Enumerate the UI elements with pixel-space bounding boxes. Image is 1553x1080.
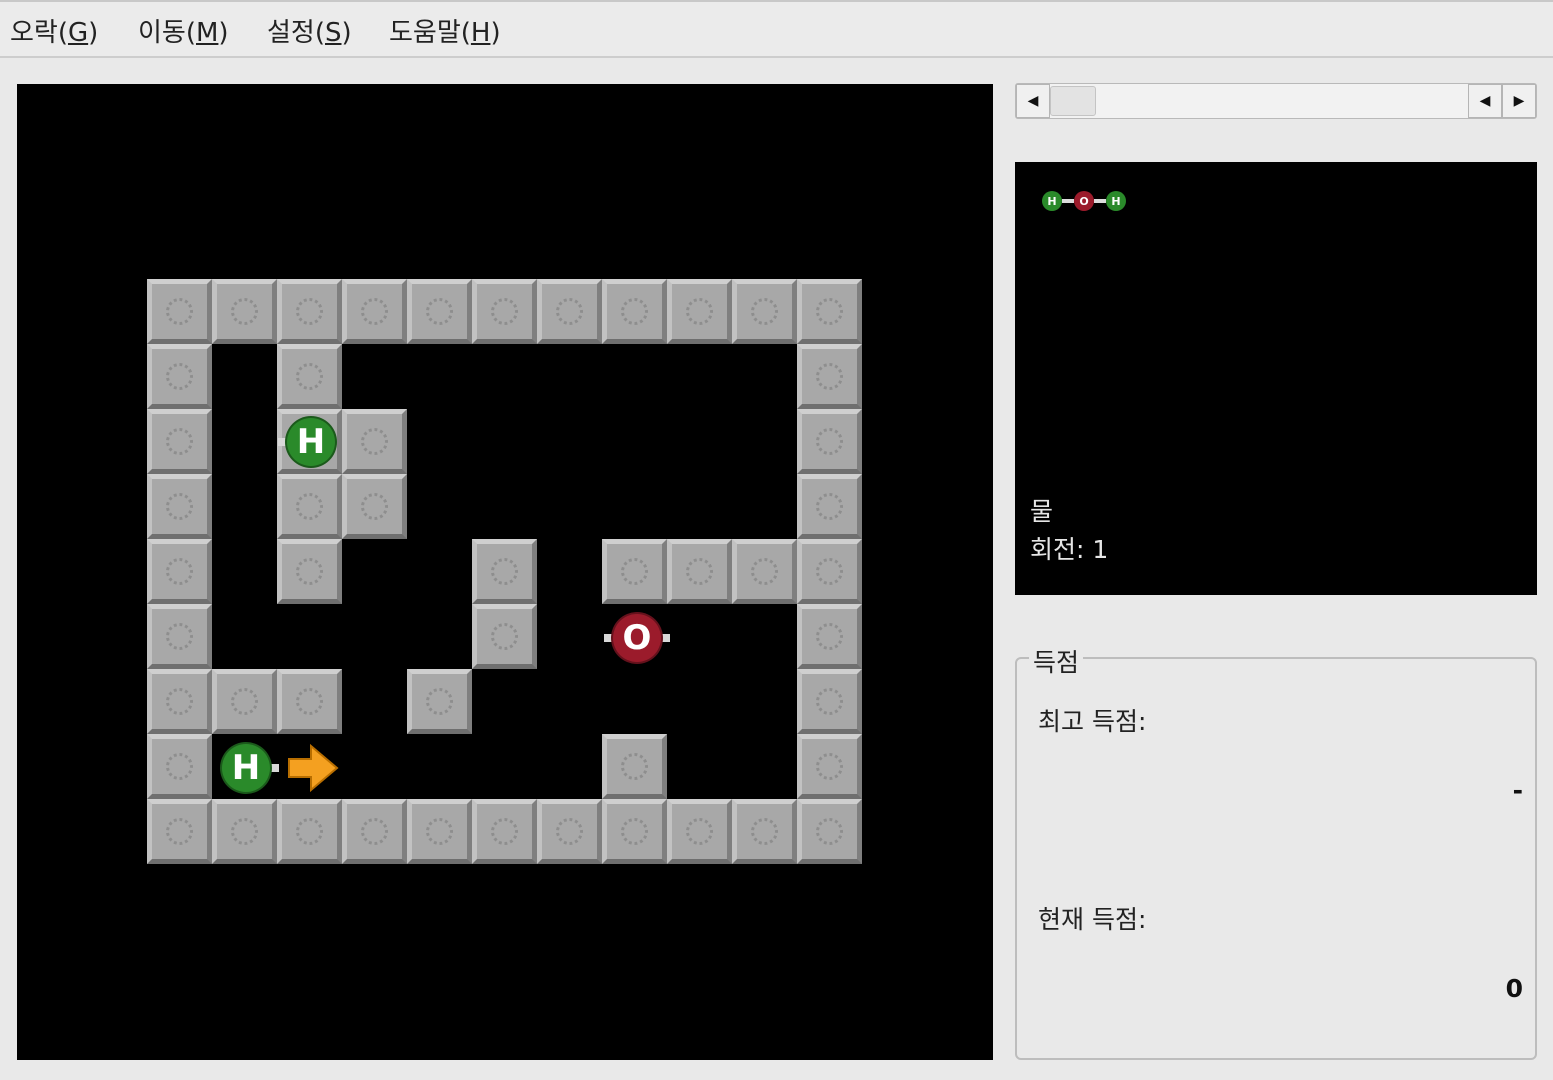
- scroll-left-button[interactable]: ◀: [1016, 84, 1050, 118]
- level-scrollbar[interactable]: ◀ ◀ ▶: [1015, 83, 1537, 119]
- wall-tile: [277, 669, 342, 734]
- menu-bar: 오락(G) 이동(M) 설정(S) 도움말(H): [0, 0, 1553, 58]
- scroll-thumb[interactable]: [1050, 86, 1096, 116]
- wall-tile: [732, 539, 797, 604]
- hydrogen-atom-selected[interactable]: H: [220, 742, 272, 794]
- wall-tile: [667, 539, 732, 604]
- scroll-next-button[interactable]: ▶: [1502, 84, 1536, 118]
- wall-tile: [797, 734, 862, 799]
- wall-tile: [212, 279, 277, 344]
- molecule-preview: H O H 물 회전: 1: [1015, 162, 1537, 595]
- wall-tile: [732, 799, 797, 864]
- wall-tile: [732, 279, 797, 344]
- wall-tile: [602, 539, 667, 604]
- wall-tile: [797, 409, 862, 474]
- wall-tile: [797, 669, 862, 734]
- wall-tile: [147, 344, 212, 409]
- arrow-left-icon: ◀: [1479, 93, 1491, 109]
- wall-tile: [212, 799, 277, 864]
- wall-tile: [602, 734, 667, 799]
- wall-tile: [147, 604, 212, 669]
- wall-tile: [797, 539, 862, 604]
- wall-tile: [342, 799, 407, 864]
- wall-tile: [667, 799, 732, 864]
- wall-tile: [797, 279, 862, 344]
- arrow-left-icon: ◀: [1027, 93, 1039, 109]
- wall-tile: [602, 799, 667, 864]
- score-legend: 득점: [1029, 643, 1084, 679]
- wall-tile: [212, 669, 277, 734]
- wall-tile: [797, 799, 862, 864]
- menu-settings[interactable]: 설정(S): [267, 12, 352, 49]
- wall-tile: [277, 279, 342, 344]
- preview-bond: [1094, 199, 1106, 203]
- hydrogen-atom[interactable]: H: [285, 416, 337, 468]
- high-score-label: 최고 득점:: [1038, 707, 1147, 736]
- preview-hydrogen-atom: H: [1042, 191, 1062, 211]
- wall-tile: [277, 344, 342, 409]
- high-score-value: -: [1512, 776, 1523, 805]
- wall-tile: [602, 279, 667, 344]
- wall-tile: [537, 799, 602, 864]
- wall-tile: [147, 669, 212, 734]
- wall-tile: [407, 669, 472, 734]
- oxygen-atom[interactable]: O: [611, 612, 663, 664]
- wall-tile: [277, 799, 342, 864]
- menu-move[interactable]: 이동(M): [138, 12, 229, 49]
- wall-tile: [797, 604, 862, 669]
- wall-tile: [277, 474, 342, 539]
- wall-tile: [797, 344, 862, 409]
- wall-tile: [472, 799, 537, 864]
- wall-tile: [472, 539, 537, 604]
- wall-tile: [407, 799, 472, 864]
- menu-game[interactable]: 오락(G): [10, 12, 98, 49]
- wall-tile: [342, 409, 407, 474]
- preview-hydrogen-atom: H: [1106, 191, 1126, 211]
- wall-tile: [472, 279, 537, 344]
- move-counter: 회전: 1: [1030, 535, 1109, 564]
- wall-tile: [797, 474, 862, 539]
- wall-tile: [667, 279, 732, 344]
- wall-tile: [407, 279, 472, 344]
- wall-tile: [147, 799, 212, 864]
- menu-help[interactable]: 도움말(H): [389, 12, 501, 49]
- wall-tile: [147, 734, 212, 799]
- game-board[interactable]: H O H: [17, 84, 993, 1060]
- preview-bond: [1062, 199, 1074, 203]
- wall-tile: [342, 279, 407, 344]
- wall-tile: [342, 474, 407, 539]
- molecule-name: 물: [1030, 497, 1054, 526]
- scroll-prev-button[interactable]: ◀: [1468, 84, 1502, 118]
- wall-tile: [472, 604, 537, 669]
- current-score-value: 0: [1505, 974, 1523, 1003]
- wall-tile: [537, 279, 602, 344]
- wall-tile: [147, 539, 212, 604]
- arrow-right-icon: ▶: [1513, 93, 1525, 109]
- preview-oxygen-atom: O: [1074, 191, 1094, 211]
- wall-tile: [147, 409, 212, 474]
- wall-tile: [277, 539, 342, 604]
- move-arrow-icon[interactable]: [285, 742, 341, 794]
- current-score-label: 현재 득점:: [1038, 905, 1147, 934]
- wall-tile: [147, 474, 212, 539]
- wall-tile: [147, 279, 212, 344]
